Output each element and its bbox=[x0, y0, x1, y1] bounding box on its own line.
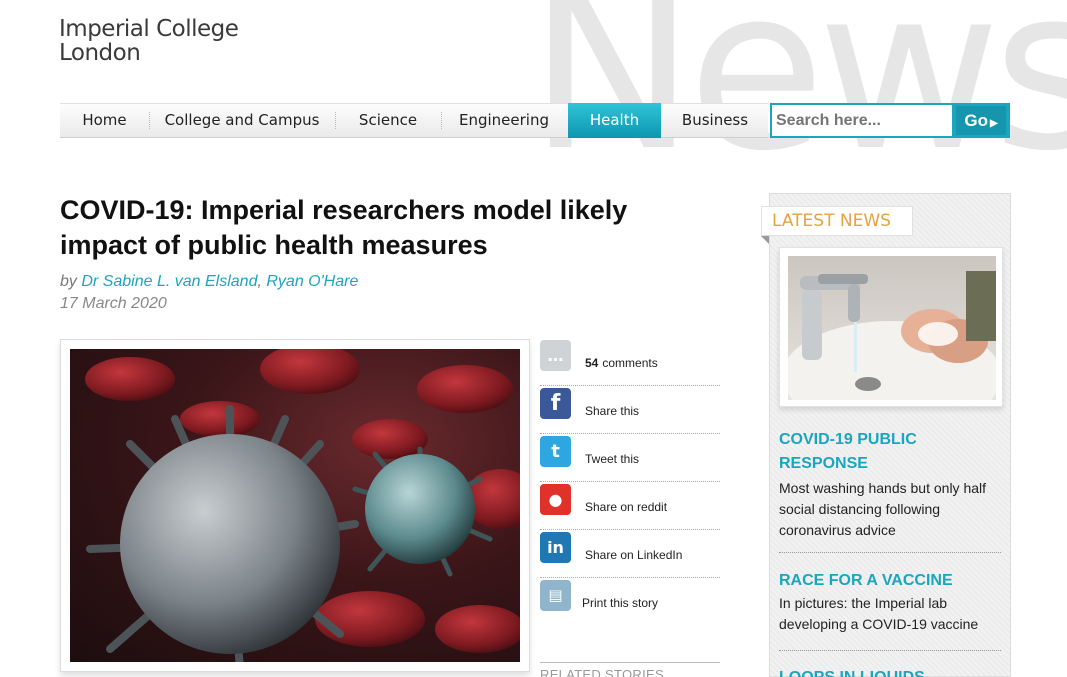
byline-by: by bbox=[60, 273, 77, 290]
search-go-label: Go bbox=[964, 111, 988, 130]
nav-item-college-and-campus[interactable]: College and Campus bbox=[149, 103, 335, 138]
handwashing-image bbox=[788, 256, 996, 400]
coronavirus-illustration bbox=[85, 349, 520, 662]
nav-item-business[interactable]: Business bbox=[661, 103, 769, 138]
reddit-icon: ● bbox=[540, 484, 571, 515]
imperial-logo[interactable]: Imperial College London bbox=[59, 17, 259, 65]
tab-fold-corner bbox=[761, 236, 769, 244]
news-category-1[interactable]: COVID-19 PUBLIC RESPONSE bbox=[779, 428, 1003, 476]
logo-line-1: Imperial College bbox=[59, 16, 239, 42]
print-story[interactable]: ▤ Print this story bbox=[540, 578, 720, 626]
share-linkedin[interactable]: in Share on LinkedIn bbox=[540, 530, 720, 578]
news-summary-1[interactable]: Most washing hands but only half social … bbox=[779, 478, 1003, 541]
share-twitter[interactable]: t Tweet this bbox=[540, 434, 720, 482]
comments-link[interactable]: … 54 comments bbox=[540, 338, 720, 386]
search-input[interactable] bbox=[772, 105, 952, 136]
latest-news-image-card[interactable] bbox=[779, 247, 1003, 407]
news-divider bbox=[779, 650, 1001, 651]
handwashing-illustration bbox=[788, 271, 996, 400]
news-item-1: COVID-19 PUBLIC RESPONSE Most washing ha… bbox=[779, 428, 1003, 541]
news-category-2[interactable]: RACE FOR A VACCINE bbox=[779, 569, 1003, 593]
share-facebook-label: Share this bbox=[585, 404, 640, 418]
speech-bubble-icon: … bbox=[540, 340, 571, 371]
article-byline: by Dr Sabine L. van Elsland, Ryan O'Hare bbox=[60, 273, 358, 291]
news-item-2: RACE FOR A VACCINE In pictures: the Impe… bbox=[779, 569, 1003, 635]
search-go-button[interactable]: Go ▶ bbox=[956, 106, 1006, 135]
comments-count: 54 bbox=[585, 356, 599, 370]
share-reddit-label: Share on reddit bbox=[585, 500, 668, 514]
print-story-label: Print this story bbox=[582, 596, 659, 610]
latest-news-title: LATEST NEWS bbox=[761, 206, 913, 236]
related-stories-heading: RELATED STORIES bbox=[540, 662, 720, 677]
twitter-icon: t bbox=[540, 436, 571, 467]
comments-label: 54 comments bbox=[585, 356, 658, 370]
search-box: Go▶ bbox=[770, 103, 1010, 138]
byline-separator: , bbox=[257, 273, 262, 290]
news-item-3: LOOPS IN LIQUIDS bbox=[779, 666, 1003, 677]
facebook-icon: f bbox=[540, 388, 571, 419]
share-reddit[interactable]: ● Share on reddit bbox=[540, 482, 720, 530]
latest-news-sidebar: LATEST NEWS COVID-19 PUBLIC RESPONSE Mos… bbox=[761, 193, 1011, 677]
author-link-1[interactable]: Dr Sabine L. van Elsland bbox=[81, 273, 257, 290]
nav-item-engineering[interactable]: Engineering bbox=[441, 103, 567, 138]
share-facebook[interactable]: f Share this bbox=[540, 386, 720, 434]
news-divider bbox=[779, 552, 1001, 553]
article-image-frame bbox=[60, 339, 530, 672]
nav-item-science[interactable]: Science bbox=[335, 103, 441, 138]
share-twitter-label: Tweet this bbox=[585, 452, 640, 466]
news-watermark: News bbox=[528, 0, 1067, 200]
logo-line-2: London bbox=[59, 40, 141, 66]
linkedin-icon: in bbox=[540, 532, 571, 563]
nav-item-health[interactable]: Health bbox=[568, 103, 661, 138]
main-navigation: Home College and Campus Science Engineer… bbox=[60, 103, 1010, 138]
news-summary-2[interactable]: In pictures: the Imperial lab developing… bbox=[779, 593, 1003, 635]
print-icon: ▤ bbox=[540, 580, 571, 611]
comments-word: comments bbox=[602, 356, 658, 370]
nav-item-home[interactable]: Home bbox=[60, 103, 149, 138]
share-linkedin-label: Share on LinkedIn bbox=[585, 548, 683, 562]
author-link-2[interactable]: Ryan O'Hare bbox=[266, 273, 358, 290]
news-category-3[interactable]: LOOPS IN LIQUIDS bbox=[779, 666, 1003, 677]
article-headline: COVID-19: Imperial researchers model lik… bbox=[60, 195, 628, 260]
article-date: 17 March 2020 bbox=[60, 295, 167, 312]
share-column: … 54 comments f Share this t Tweet this ●… bbox=[540, 338, 720, 626]
coronavirus-image bbox=[70, 349, 520, 662]
play-arrow-icon: ▶ bbox=[989, 118, 998, 129]
